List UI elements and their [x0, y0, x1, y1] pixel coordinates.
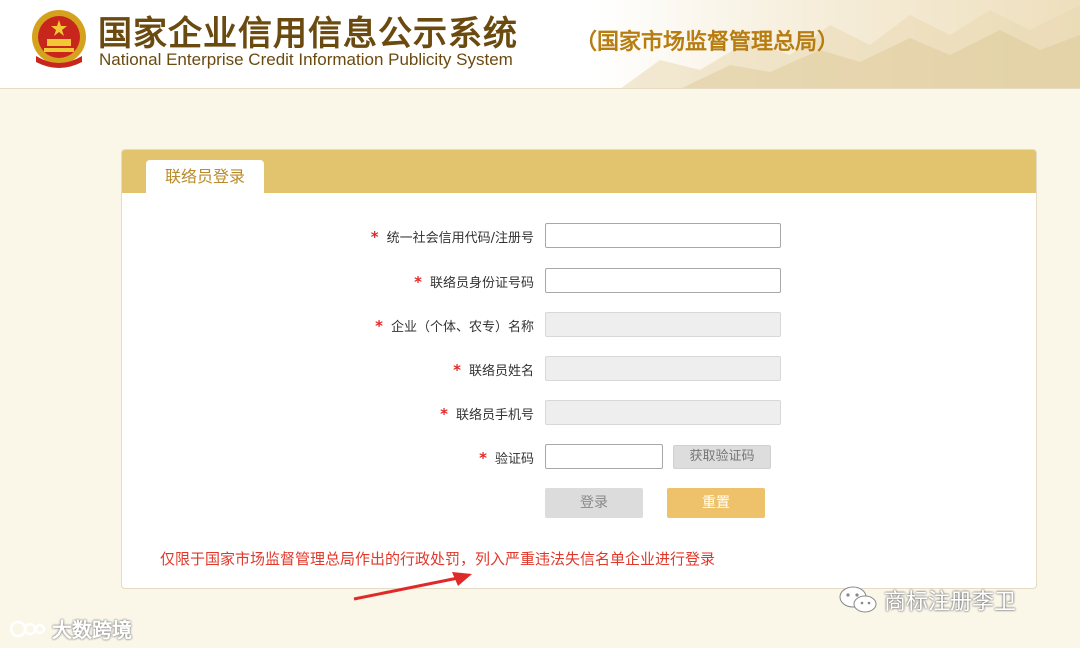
form-row-liaison-name: * 联络员姓名 [122, 356, 1036, 382]
required-mark: * [414, 273, 422, 291]
id-number-input[interactable] [545, 268, 781, 293]
login-panel-header: 联络员登录 [122, 150, 1036, 193]
reset-button[interactable]: 重置 [667, 488, 765, 518]
form-row-phone: * 联络员手机号 [122, 400, 1036, 426]
liaison-name-input [545, 356, 781, 381]
id-number-label: * 联络员身份证号码 [414, 273, 534, 291]
site-title-english: National Enterprise Credit Information P… [99, 50, 513, 69]
wechat-icon [839, 586, 877, 613]
form-row-company-name: * 企业（个体、农专）名称 [122, 312, 1036, 338]
login-notice: 仅限于国家市场监督管理总局作出的行政处罚，列入严重违法失信名单企业进行登录 [160, 550, 716, 568]
required-mark: * [453, 361, 461, 379]
login-panel: 联络员登录 * 统一社会信用代码/注册号 * 联络员身份证号码 * 企业（个体、农专）… [121, 149, 1037, 589]
national-emblem-icon [32, 10, 86, 68]
company-name-label: * 企业（个体、农专）名称 [375, 317, 534, 335]
company-name-input [545, 312, 781, 337]
site-header: 国家企业信用信息公示系统 National Enterprise Credit … [0, 0, 1080, 89]
phone-input [545, 400, 781, 425]
watermark-logo-icon [10, 620, 46, 637]
get-verify-code-button[interactable]: 获取验证码 [673, 445, 771, 469]
credit-code-label: * 统一社会信用代码/注册号 [370, 228, 534, 246]
watermark-left-text: 大数跨境 [52, 618, 132, 642]
verify-code-label: * 验证码 [479, 449, 534, 467]
red-arrow-annotation [353, 572, 472, 601]
credit-code-input[interactable] [545, 223, 781, 248]
watermark-right: 商标注册李卫 [838, 584, 1016, 616]
phone-label: * 联络员手机号 [440, 405, 534, 423]
site-subtitle: （国家市场监督管理总局） [575, 30, 840, 55]
watermark-right-text: 商标注册李卫 [884, 590, 1017, 615]
liaison-name-label: * 联络员姓名 [453, 361, 534, 379]
site-title: 国家企业信用信息公示系统 [98, 14, 518, 54]
required-mark: * [479, 449, 487, 467]
watermark-left: 大数跨境 [10, 614, 132, 643]
required-mark: * [440, 405, 448, 423]
form-row-credit-code: * 统一社会信用代码/注册号 [122, 223, 1036, 249]
required-mark: * [370, 228, 379, 246]
form-row-verify-code: * 验证码 获取验证码 [122, 444, 1036, 470]
required-mark: * [375, 317, 383, 335]
tab-liaison-login[interactable]: 联络员登录 [146, 160, 264, 193]
login-button[interactable]: 登录 [545, 488, 643, 518]
verify-code-input[interactable] [545, 444, 663, 469]
form-row-id-number: * 联络员身份证号码 [122, 268, 1036, 294]
